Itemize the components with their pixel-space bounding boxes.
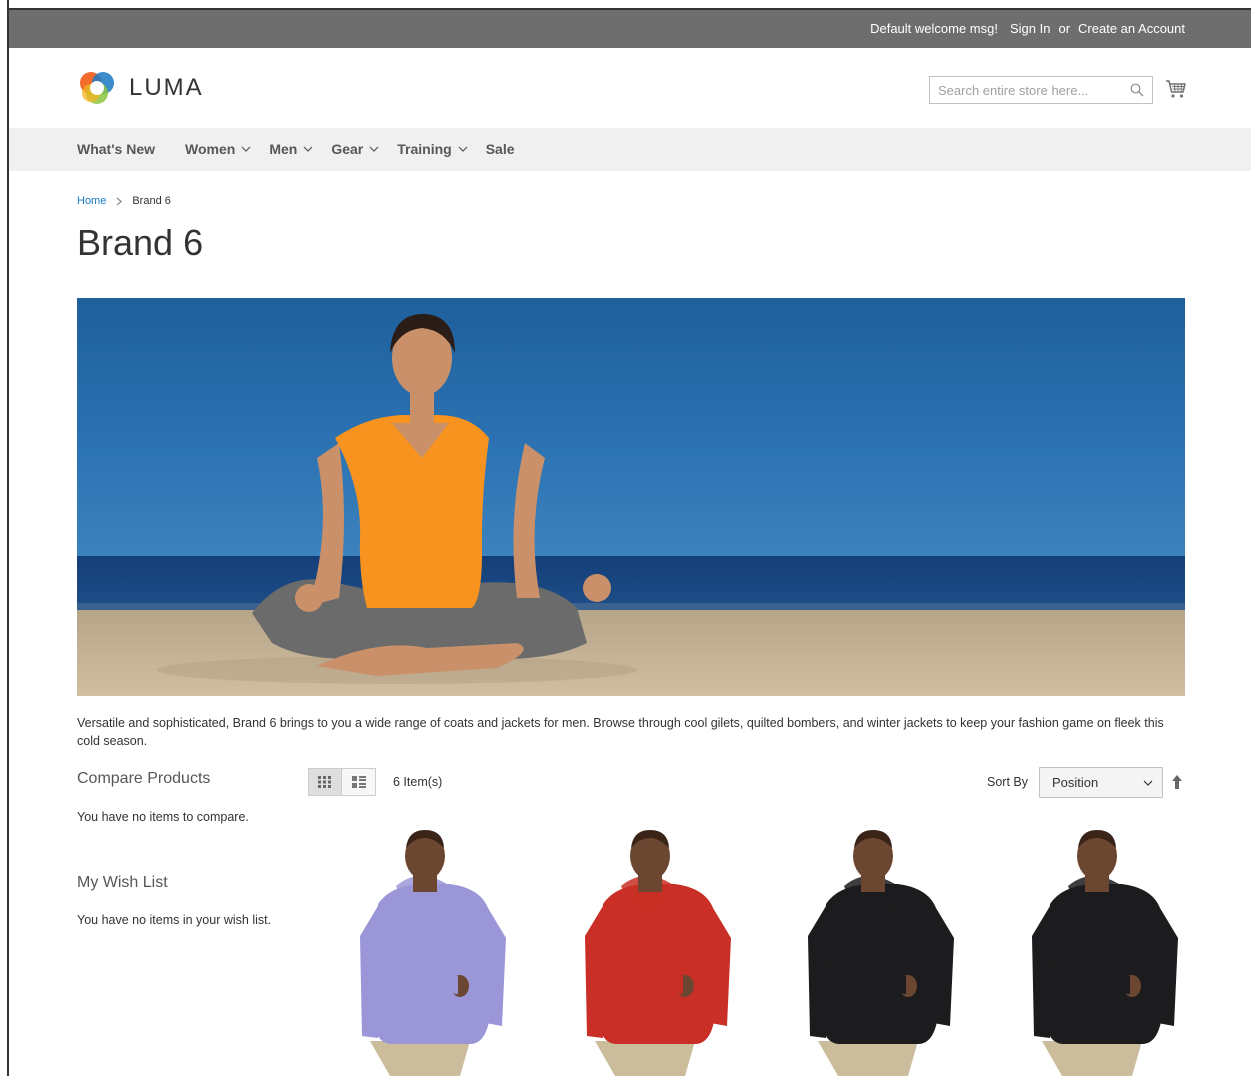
chevron-right-icon (116, 197, 123, 205)
compare-products-title: Compare Products (77, 770, 211, 787)
cart-icon[interactable] (1165, 78, 1187, 100)
nav-item-sale[interactable]: Sale (486, 141, 515, 157)
welcome-message: Default welcome msg! (870, 21, 998, 36)
nav-item-men[interactable]: Men (269, 141, 313, 157)
nav-item-label: Women (185, 141, 236, 157)
breadcrumb: Home Brand 6 (77, 195, 171, 207)
top-bar-links: Default welcome msg! Sign In or Create a… (870, 21, 1185, 36)
wish-list-title: My Wish List (77, 874, 168, 891)
chevron-down-icon (458, 146, 468, 152)
sort-by-value: Position (1052, 775, 1099, 790)
list-icon (351, 776, 366, 788)
chevron-down-icon (1143, 780, 1153, 786)
top-bar: Default welcome msg! Sign In or Create a… (9, 10, 1251, 48)
header: LUMA (9, 48, 1251, 128)
view-mode-switcher (308, 768, 376, 796)
breadcrumb-current: Brand 6 (132, 195, 171, 207)
window-frame-left (0, 0, 9, 1076)
nav-item-label: Sale (485, 141, 515, 157)
hoodie-model-image (555, 826, 765, 1076)
nav-items: What's New Women Men Gear Training Sale (77, 141, 533, 157)
product-image[interactable] (778, 826, 988, 1076)
nav-item-gear[interactable]: Gear (331, 141, 379, 157)
search-input[interactable] (930, 77, 1120, 103)
sort-direction-arrow-icon[interactable] (1171, 775, 1183, 789)
nav-item-label: Gear (331, 141, 364, 157)
hoodie-model-image (1002, 826, 1212, 1076)
or-text: or (1058, 21, 1071, 36)
nav-item-training[interactable]: Training (397, 141, 468, 157)
product-image[interactable] (1002, 826, 1212, 1076)
create-account-link[interactable]: Create an Account (1078, 21, 1185, 36)
nav-item-label: Training (397, 141, 452, 157)
nav-item-women[interactable]: Women (185, 141, 251, 157)
page-title: Brand 6 (77, 222, 204, 263)
yoga-beach-illustration (77, 298, 1185, 696)
product-image[interactable] (330, 826, 540, 1076)
sign-in-link[interactable]: Sign In (1010, 21, 1050, 36)
hoodie-model-image (330, 826, 540, 1076)
search-box (929, 76, 1153, 104)
category-banner-image (77, 298, 1185, 696)
hoodie-model-image (778, 826, 988, 1076)
sort-by-label: Sort By (987, 775, 1028, 789)
nav-item-label: What's New (77, 141, 156, 157)
nav-item-whats-new[interactable]: What's New (77, 141, 155, 157)
main-navigation: What's New Women Men Gear Training Sale (9, 128, 1251, 171)
sort-by-select[interactable]: Position (1039, 767, 1163, 798)
chevron-down-icon (303, 146, 313, 152)
item-count: 6 Item(s) (393, 775, 443, 789)
grid-view-button[interactable] (308, 768, 342, 796)
nav-item-label: Men (269, 141, 298, 157)
window-frame-top (0, 0, 1251, 10)
breadcrumb-home-link[interactable]: Home (77, 195, 106, 207)
chevron-down-icon (369, 146, 379, 152)
chevron-down-icon (241, 146, 251, 152)
product-image[interactable] (555, 826, 765, 1076)
logo-link[interactable]: LUMA (77, 68, 204, 108)
compare-empty-message: You have no items to compare. (77, 810, 249, 824)
search-icon[interactable] (1130, 83, 1144, 97)
grid-icon (318, 776, 331, 788)
logo-text: LUMA (129, 74, 204, 101)
wish-list-empty-message: You have no items in your wish list. (77, 913, 272, 927)
luma-logo-icon (80, 72, 114, 104)
category-description: Versatile and sophisticated, Brand 6 bri… (77, 716, 1164, 748)
list-view-button[interactable] (342, 768, 376, 796)
